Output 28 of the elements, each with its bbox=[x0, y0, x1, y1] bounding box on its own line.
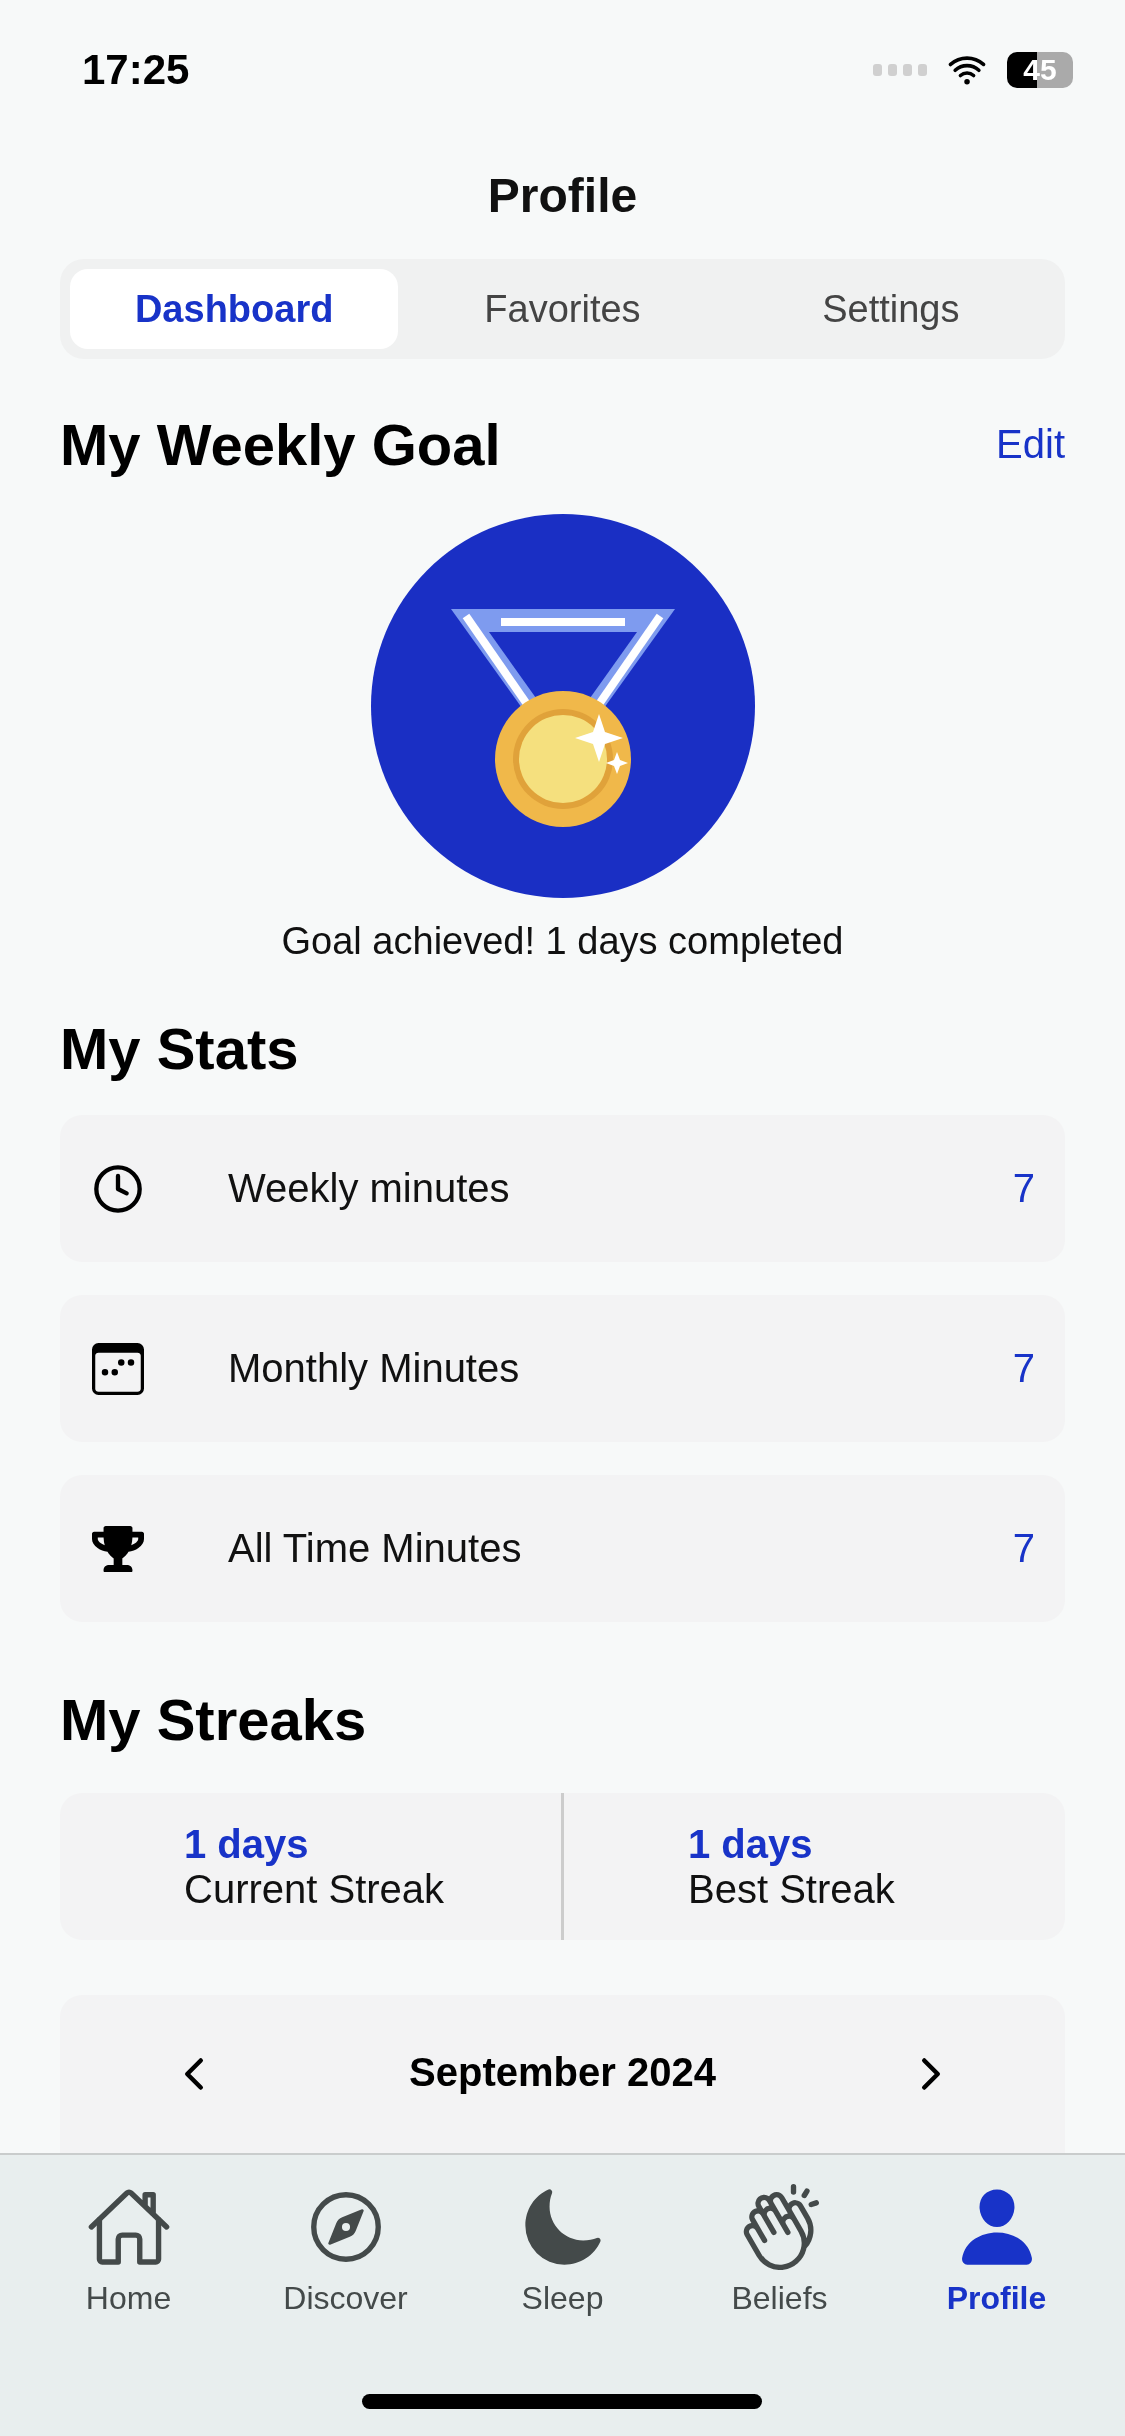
stat-value: 7 bbox=[1012, 1166, 1035, 1211]
signal-icon bbox=[873, 64, 927, 76]
stat-value: 7 bbox=[1012, 1346, 1035, 1391]
segment-tab[interactable]: Favorites bbox=[398, 269, 727, 349]
tab-bar-item[interactable]: Profile bbox=[896, 2183, 1097, 2333]
streak-value: 1 days bbox=[688, 1821, 814, 1867]
tab-bar-item[interactable]: Home bbox=[28, 2183, 229, 2333]
section-heading: My Streaks bbox=[60, 1686, 367, 1753]
calendar-month: September 2024 bbox=[409, 2050, 716, 2095]
tab-bar-item[interactable]: Discover bbox=[245, 2183, 446, 2333]
streak-label: Best Streak bbox=[688, 1866, 896, 1912]
streak-label: Current Streak bbox=[184, 1866, 446, 1912]
section-heading: My Weekly Goal bbox=[60, 411, 501, 478]
segment-tab[interactable]: Dashboard bbox=[70, 269, 399, 349]
status-time: 17:25 bbox=[82, 46, 190, 94]
stat-value: 7 bbox=[1012, 1526, 1035, 1571]
stat-label: All Time Minutes bbox=[228, 1526, 523, 1571]
section-heading: My Stats bbox=[60, 1015, 299, 1082]
calendar-icon bbox=[90, 1342, 146, 1395]
tab-bar-item[interactable]: Beliefs bbox=[679, 2183, 880, 2333]
segment-tab[interactable]: Settings bbox=[726, 269, 1055, 349]
stat-label: Weekly minutes bbox=[228, 1166, 511, 1211]
tab-bar-item[interactable]: Sleep bbox=[462, 2183, 663, 2333]
streak-value: 1 days bbox=[184, 1821, 310, 1867]
stat-label: Monthly Minutes bbox=[228, 1346, 521, 1391]
goal-caption: Goal achieved! 1 days completed bbox=[280, 920, 845, 963]
page-title: Profile bbox=[486, 168, 639, 224]
edit-link[interactable]: Edit bbox=[996, 422, 1065, 467]
